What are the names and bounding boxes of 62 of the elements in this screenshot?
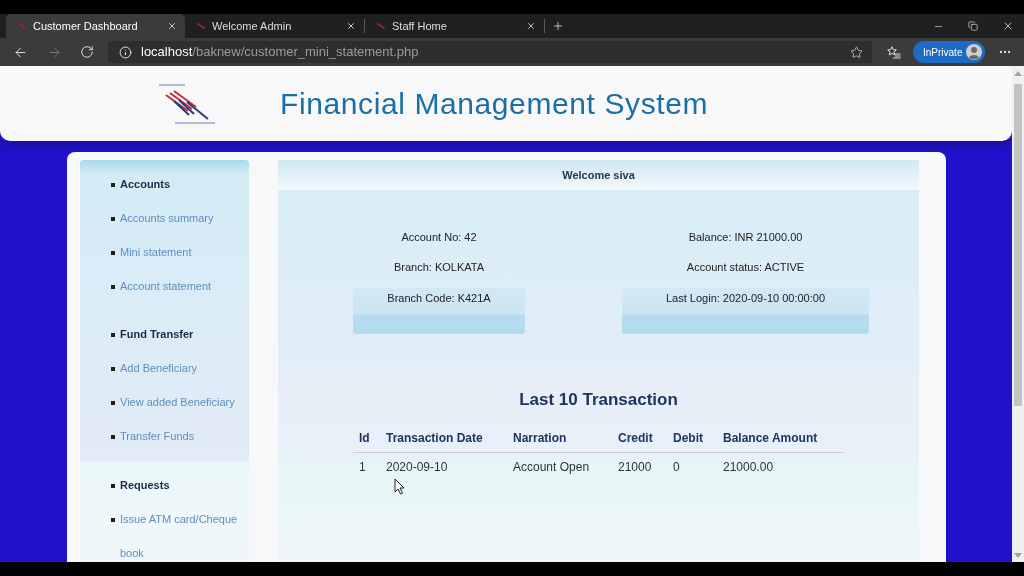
favicon-icon (18, 22, 26, 30)
sidebar-heading: Requests (120, 478, 170, 493)
sidebar-link[interactable]: Add Beneficiary (120, 351, 198, 385)
bullet-icon (111, 435, 115, 439)
section-title: Last 10 Transaction (518, 390, 679, 410)
sidebar-heading: Accounts (120, 177, 171, 192)
account-info-text: Last Login: 2020-09-10 00:00:00 (666, 291, 825, 306)
favicon-icon (377, 22, 385, 30)
bullet-icon (111, 217, 115, 221)
bullet-icon (111, 401, 115, 405)
account-info-text: Account No: 42 (401, 229, 477, 245)
table-cell: Account Open (507, 452, 612, 482)
avatar-icon (966, 44, 982, 60)
account-info-text: Balance: INR 21000.00 (688, 229, 803, 245)
account-info-text: Account status: ACTIVE (686, 259, 805, 275)
sidebar-link[interactable]: Account statement (120, 269, 212, 303)
scrollbar[interactable] (1012, 66, 1024, 562)
column-header: Credit (612, 424, 667, 452)
info-icon[interactable] (119, 45, 132, 59)
refresh-icon[interactable] (80, 45, 94, 59)
sidebar-link[interactable]: Transfer Funds (120, 419, 195, 453)
close-icon[interactable] (1002, 20, 1014, 32)
sidebar-link[interactable]: Mini statement (120, 235, 192, 269)
sidebar-link[interactable]: Issue ATM card/Cheque book (120, 502, 241, 562)
bullet-icon (111, 183, 115, 187)
table-cell: 21000 (612, 452, 667, 482)
bullet-icon (111, 251, 115, 255)
profile-button[interactable]: InPrivate (913, 41, 985, 63)
scrollbar-thumb[interactable] (1014, 84, 1022, 406)
close-icon[interactable] (167, 21, 177, 31)
column-header: Debit (667, 424, 717, 452)
bullet-icon (111, 484, 115, 488)
bullet-icon (111, 285, 115, 289)
sidebar-heading: Fund Transfer (120, 327, 194, 342)
star-icon[interactable] (850, 45, 863, 59)
bullet-icon (111, 367, 115, 371)
account-info-text: Branch Code: K421A (387, 291, 491, 306)
site-title: Financial Management System (280, 86, 709, 121)
address-field[interactable]: localhost/baknew/customer_mini_statement.php (108, 41, 872, 63)
table-cell: 21000.00 (717, 452, 843, 482)
welcome-text: Welcome siva (562, 167, 635, 183)
bullet-icon (111, 518, 115, 522)
favicon-icon (197, 22, 205, 30)
sidebar-link[interactable]: View added Beneficiary (120, 385, 235, 419)
bullet-icon (111, 333, 115, 337)
plus-icon[interactable] (552, 20, 564, 32)
star-list-icon[interactable] (887, 45, 901, 59)
restore-icon[interactable] (968, 21, 978, 31)
table-cell: 0 (667, 452, 717, 482)
column-header: Balance Amount (717, 424, 843, 452)
mouse-pointer-icon (394, 478, 405, 495)
browser-tab[interactable]: Customer Dashboard (6, 14, 185, 38)
table-cell: 1 (353, 452, 380, 482)
close-icon[interactable] (526, 21, 536, 31)
table-cell: 2020-09-10 (380, 452, 507, 482)
column-header: Id (353, 424, 380, 452)
column-header: Narration (507, 424, 612, 452)
close-icon[interactable] (346, 21, 356, 31)
column-header: Transaction Date (380, 424, 507, 452)
logo-icon (157, 82, 217, 125)
account-info-text: Branch: KOLKATA (393, 259, 485, 275)
sidebar-link[interactable]: Accounts summary (120, 201, 214, 235)
